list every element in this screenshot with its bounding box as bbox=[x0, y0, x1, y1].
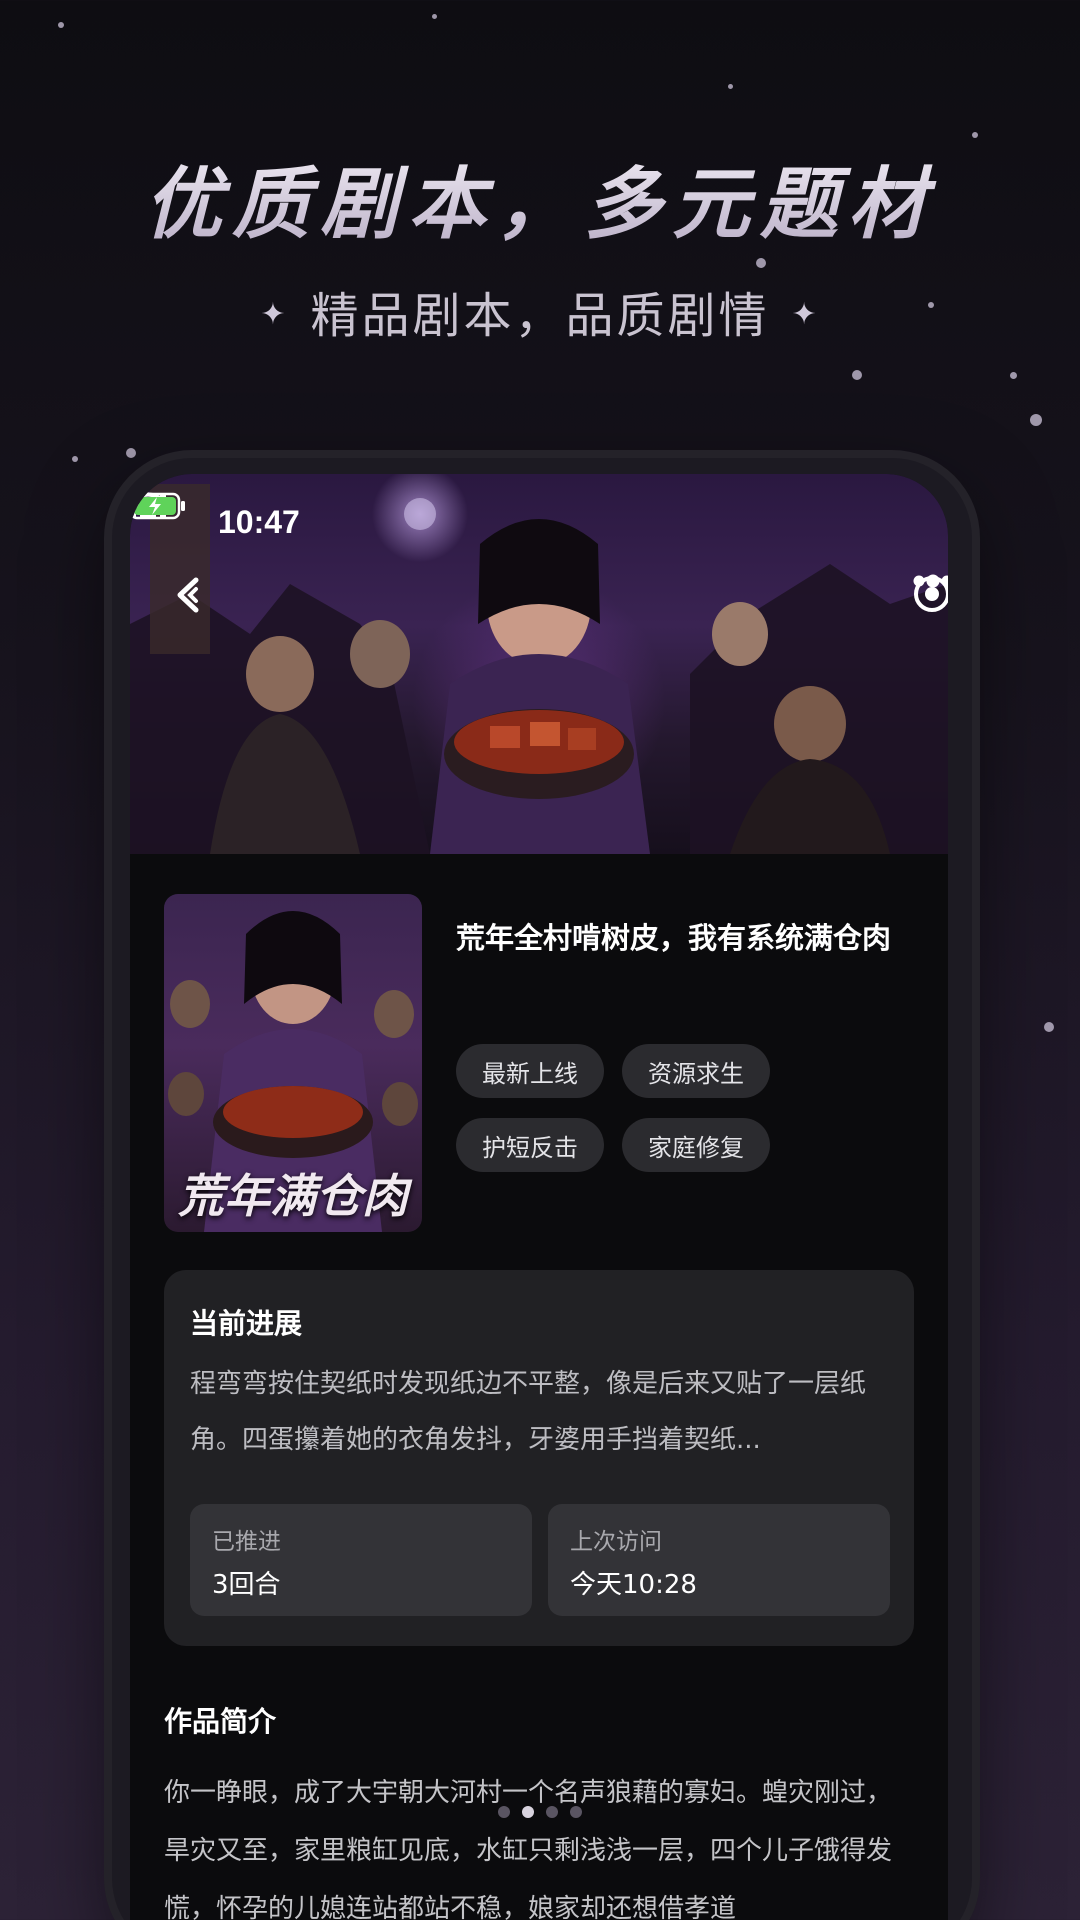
tag-chip[interactable]: 资源求生 bbox=[622, 1044, 770, 1098]
back-chevron-icon bbox=[177, 577, 199, 613]
page-dot[interactable] bbox=[570, 1806, 582, 1818]
app-screen: 10:47 荒年满仓肉 荒年全村啃树皮，我有系统满仓肉 最新上线 资源求生 护短… bbox=[130, 474, 948, 1920]
star-decoration bbox=[728, 84, 733, 89]
stat-rounds: 已推进 3回合 bbox=[190, 1504, 532, 1616]
star-decoration bbox=[756, 258, 766, 268]
promo-headline: 优质剧本，多元题材 bbox=[0, 142, 1080, 254]
progress-title: 当前进展 bbox=[190, 1307, 303, 1340]
status-time: 10:47 bbox=[218, 503, 300, 540]
star-decoration bbox=[1044, 1022, 1054, 1032]
tag-list: 最新上线 资源求生 护短反击 家庭修复 bbox=[456, 1044, 916, 1172]
stat-value: 今天10:28 bbox=[570, 1570, 697, 1600]
sparkle-icon: ✦ bbox=[791, 297, 820, 332]
promo-subline: ✦ 精品剧本，品质剧情 ✦ bbox=[0, 276, 1080, 346]
intro-text: 你一睁眼，成了大宇朝大河村一个名声狼藉的寡妇。蝗灾刚过，旱灾又至，家里粮缸见底，… bbox=[164, 1778, 893, 1920]
tag-chip[interactable]: 护短反击 bbox=[456, 1118, 604, 1172]
cover-title: 荒年满仓肉 bbox=[178, 1169, 408, 1223]
progress-card[interactable]: 当前进展 程弯弯按住契纸时发现纸边不平整，像是后来又贴了一层纸角。四蛋攥着她的衣… bbox=[164, 1270, 914, 1646]
star-decoration bbox=[72, 456, 78, 462]
book-title: 荒年全村啃树皮，我有系统满仓肉 bbox=[456, 921, 892, 955]
battery-charging-icon bbox=[130, 492, 185, 520]
star-decoration bbox=[432, 14, 437, 19]
stat-label: 上次访问 bbox=[570, 1529, 662, 1555]
progress-summary: 程弯弯按住契纸时发现纸边不平整，像是后来又贴了一层纸角。四蛋攥着她的衣角发抖，牙… bbox=[190, 1369, 867, 1455]
target-circle-icon[interactable] bbox=[912, 574, 948, 614]
tag-chip[interactable]: 最新上线 bbox=[456, 1044, 604, 1098]
promo-subline-text: 精品剧本，品质剧情 bbox=[310, 288, 770, 344]
sparkle-icon: ✦ bbox=[260, 297, 289, 332]
star-decoration bbox=[126, 448, 136, 458]
star-decoration bbox=[972, 132, 978, 138]
stat-last-visit: 上次访问 今天10:28 bbox=[548, 1504, 890, 1616]
star-decoration bbox=[852, 370, 862, 380]
page-dot[interactable] bbox=[498, 1806, 510, 1818]
intro-title: 作品简介 bbox=[164, 1705, 277, 1738]
page-dot[interactable] bbox=[546, 1806, 558, 1818]
page-dot-active[interactable] bbox=[522, 1806, 534, 1818]
hero-banner-image: 10:47 bbox=[130, 474, 948, 854]
star-decoration bbox=[58, 22, 64, 28]
stat-value: 3回合 bbox=[212, 1570, 281, 1600]
star-decoration bbox=[1030, 414, 1042, 426]
book-cover-image[interactable]: 荒年满仓肉 bbox=[164, 894, 422, 1232]
star-decoration bbox=[1010, 372, 1017, 379]
book-info: 荒年满仓肉 荒年全村啃树皮，我有系统满仓肉 最新上线 资源求生 护短反击 家庭修… bbox=[164, 894, 914, 1234]
tag-chip[interactable]: 家庭修复 bbox=[622, 1118, 770, 1172]
back-button[interactable] bbox=[170, 574, 230, 634]
stat-label: 已推进 bbox=[212, 1529, 281, 1555]
status-bar: 10:47 bbox=[130, 492, 948, 552]
page-indicator bbox=[0, 1806, 1080, 1818]
